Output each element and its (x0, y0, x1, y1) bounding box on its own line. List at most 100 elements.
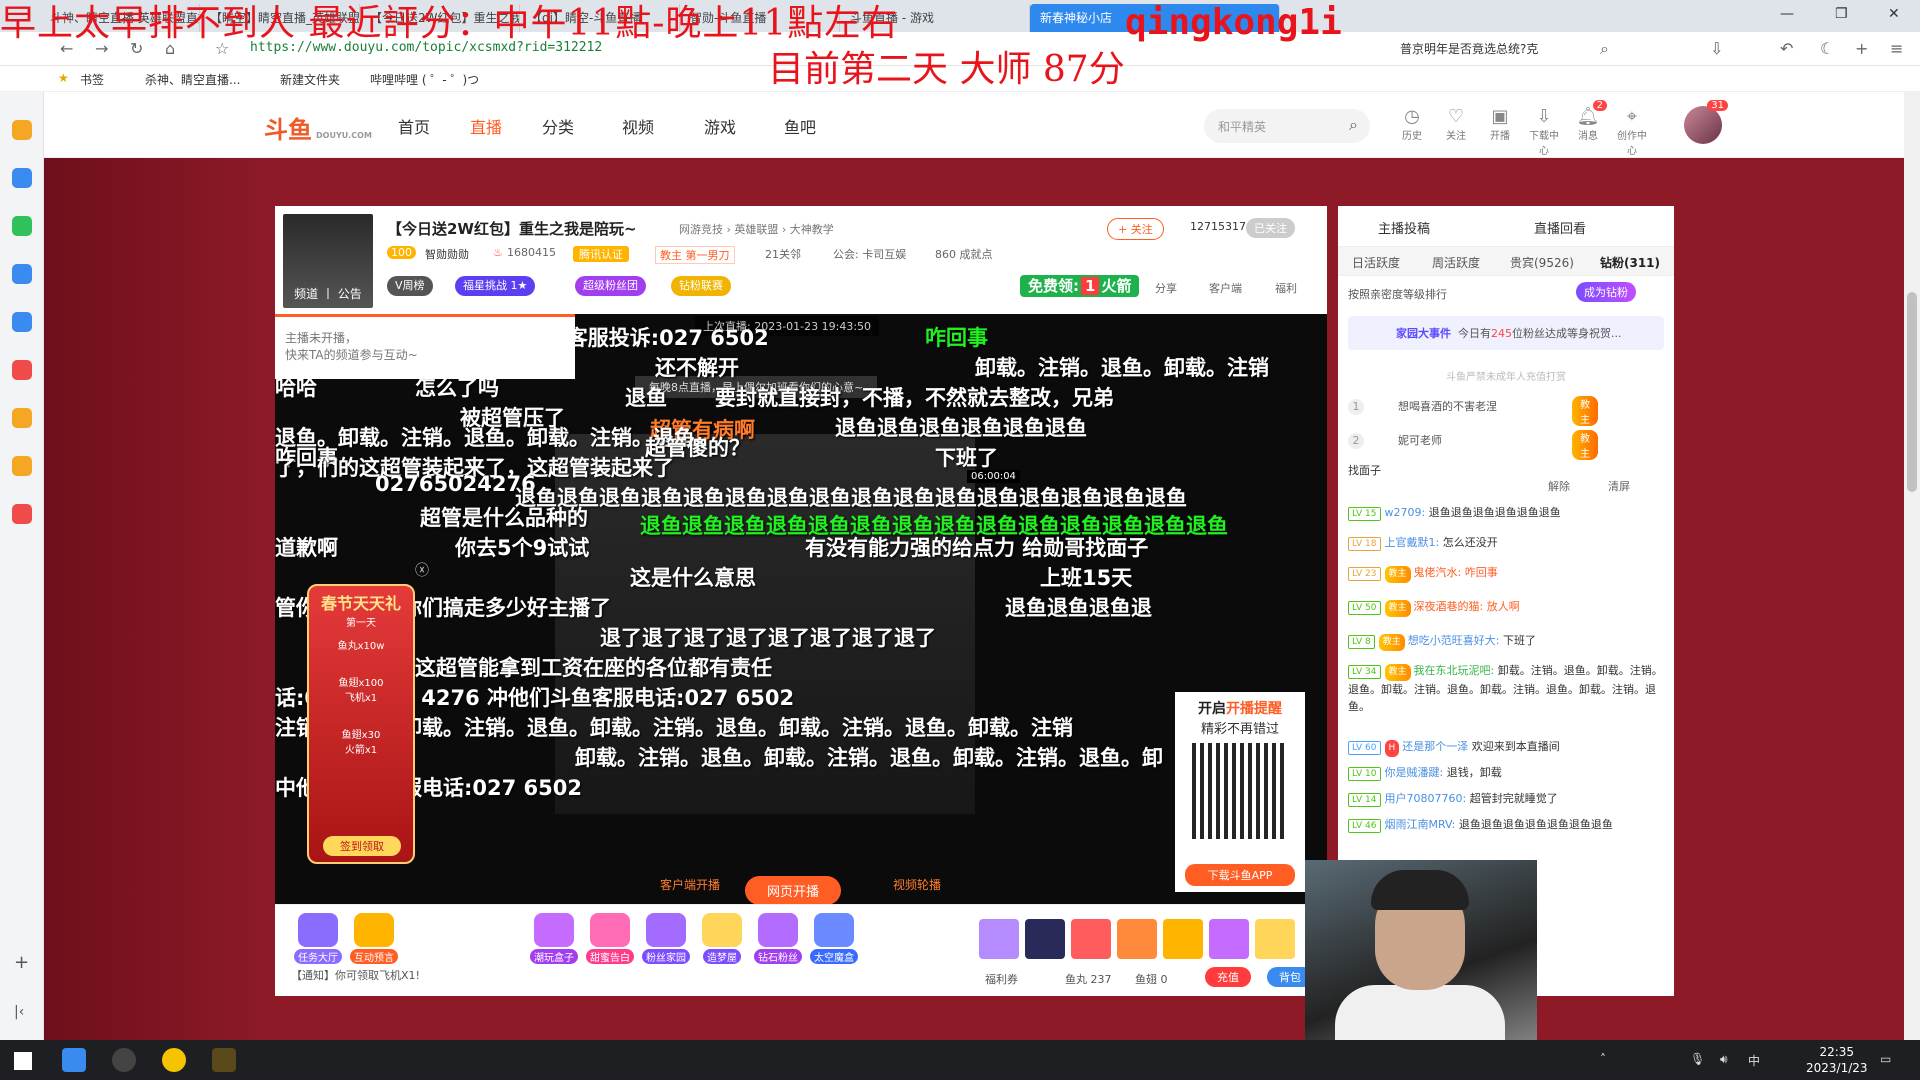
diamond-fans-button[interactable]: 钻石粉丝 (751, 913, 805, 964)
sidebar-add-icon[interactable]: + (14, 952, 29, 973)
video-carousel-button[interactable]: 视频轮播 (893, 876, 941, 893)
volume-icon[interactable]: 🔊︎ (1720, 1052, 1728, 1067)
minimize-icon[interactable]: — (1780, 6, 1794, 22)
download-app-button[interactable]: 下载斗鱼APP (1185, 864, 1295, 886)
history-button[interactable]: ◷ 历史 (1395, 106, 1429, 142)
home-event-banner[interactable]: 家园大事件 今日有245位粉丝达成等身祝贺... (1348, 316, 1664, 350)
sidebar-app-icon[interactable] (12, 168, 32, 188)
live-replay-link[interactable]: 直播回看 (1534, 218, 1586, 237)
nav-category[interactable]: 分类 (542, 114, 574, 138)
user-avatar[interactable]: 31 (1684, 100, 1728, 144)
notification-icon[interactable]: ▭ (1880, 1052, 1891, 1066)
anchor-avatar[interactable]: 频道 丨 公告 (283, 214, 373, 308)
follow-button[interactable]: ♡ 关注 (1439, 106, 1473, 142)
sidebar-app-icon[interactable] (12, 456, 32, 476)
menu-icon[interactable]: ≡ (1890, 39, 1903, 58)
gift-item[interactable] (1209, 919, 1249, 959)
rank-row[interactable]: 1 想喝喜酒的不害老涅 教主 (1348, 396, 1598, 426)
close-gift-icon[interactable]: ⓧ (415, 560, 429, 580)
nav-live[interactable]: 直播 (470, 114, 502, 138)
weekly-rank-pill[interactable]: V周榜 (387, 276, 433, 296)
guild-info[interactable]: 公会: 卡司互娱 (833, 246, 906, 262)
message-button[interactable]: 🔔︎ 消息 2 (1571, 100, 1607, 142)
qr-download-card[interactable]: 开启开播提醒 精彩不再错过 下载斗鱼APP (1175, 692, 1305, 892)
page-scrollbar[interactable] (1904, 92, 1920, 1040)
close-icon[interactable]: ✕ (1888, 6, 1900, 22)
predict-button[interactable]: 互动预言 (347, 913, 401, 964)
maximize-icon[interactable]: ❐ (1835, 6, 1848, 22)
bookmark-item[interactable]: 书签 (80, 71, 104, 88)
tray-arrow-icon[interactable]: ˄ (1600, 1052, 1606, 1066)
taskbar-browser-icon[interactable] (62, 1048, 86, 1072)
dream-house-button[interactable]: 造梦屋 (695, 913, 749, 964)
tab-vip[interactable]: 贵宾(9526) (1510, 254, 1574, 271)
taskbar-app-icon[interactable] (212, 1048, 236, 1072)
share-button[interactable]: 分享 (1155, 280, 1177, 296)
nav-game[interactable]: 游戏 (704, 114, 736, 138)
sidebar-app-icon[interactable] (12, 408, 32, 428)
gift-item[interactable] (1071, 919, 1111, 959)
sidebar-collapse-icon[interactable]: |‹ (14, 1004, 24, 1020)
download-icon[interactable]: ⇩ (1710, 39, 1723, 58)
ime-indicator[interactable]: 中 (1748, 1052, 1760, 1069)
anchor-name[interactable]: 智勋勋勋 (425, 246, 469, 262)
diamond-league-pill[interactable]: 钻粉联赛 (671, 276, 731, 296)
super-fans-pill[interactable]: 超级粉丝团 (575, 276, 646, 296)
welfare-coupon[interactable]: 福利券 (985, 971, 1018, 987)
download-center-button[interactable]: ⇩ 下载中心 (1527, 106, 1561, 157)
sidebar-app-icon[interactable] (12, 264, 32, 284)
bookmark-item[interactable]: 新建文件夹 (280, 71, 340, 88)
taskbar-app-icon[interactable] (162, 1048, 186, 1072)
welfare-button[interactable]: 福利 (1275, 280, 1297, 296)
moon-icon[interactable]: ☾ (1820, 39, 1834, 58)
fans-group[interactable]: 21关邻 (765, 246, 801, 262)
douyu-search-input[interactable]: 和平精英 ⌕ (1204, 109, 1370, 143)
sign-in-button[interactable]: 签到领取 (323, 836, 401, 856)
windows-start-icon[interactable] (14, 1052, 32, 1070)
recharge-button[interactable]: 充值 (1205, 967, 1251, 987)
anchor-submit-link[interactable]: 主播投稿 (1378, 218, 1430, 237)
plus-icon[interactable]: + (1855, 39, 1868, 58)
hot-search-hint[interactable]: 普京明年是否竟选总统?克 (1400, 40, 1538, 57)
sidebar-app-icon[interactable] (12, 120, 32, 140)
achievement[interactable]: 860 成就点 (935, 246, 993, 262)
gift-item[interactable] (1255, 919, 1295, 959)
creator-center-button[interactable]: ⌖ 创作中心 (1615, 106, 1649, 157)
bookmark-item[interactable]: 杀神、睛空直播... (145, 71, 240, 88)
follow-button[interactable]: + 关注 (1107, 218, 1164, 240)
web-live-button[interactable]: 网页开播 (745, 876, 842, 904)
lucky-challenge-pill[interactable]: 福星挑战 1★ (455, 276, 536, 296)
gift-item[interactable] (1163, 919, 1203, 959)
mic-icon[interactable]: 🎙︎ (1690, 1052, 1705, 1066)
sidebar-app-icon[interactable] (12, 312, 32, 332)
start-live-button[interactable]: ▣ 开播 (1483, 106, 1517, 142)
followed-button[interactable]: 已关注 (1246, 218, 1295, 238)
undo-icon[interactable]: ↶ (1780, 39, 1793, 58)
search-icon[interactable]: ⌕ (1600, 39, 1609, 59)
taskbar-app-icon[interactable] (112, 1048, 136, 1072)
video-player[interactable]: 上次直播: 2023-01-23 19:43:50 每晚8点直播，早上偶尔加班看… (275, 314, 1327, 904)
clear-screen-button[interactable]: 清屏 (1608, 478, 1630, 494)
gift-item[interactable] (1117, 919, 1157, 959)
nav-home[interactable]: 首页 (398, 114, 430, 138)
search-icon[interactable]: ⌕ (1349, 115, 1358, 135)
free-rocket-button[interactable]: 免费领: 1 火箭 (1020, 275, 1140, 297)
sidebar-app-icon[interactable] (12, 216, 32, 236)
spring-gift-panel[interactable]: ⓧ 春节天天礼 第一天 鱼丸x10w 鱼翅x100 飞机x1 鱼翅x30 火箭x… (307, 563, 429, 864)
sidebar-app-icon[interactable] (12, 504, 32, 524)
sidebar-app-icon[interactable] (12, 360, 32, 380)
toy-box-button[interactable]: 潮玩盒子 (527, 913, 581, 964)
gift-item[interactable] (1025, 919, 1065, 959)
douyu-logo[interactable]: 斗鱼 DOUYU.COM (264, 110, 372, 145)
taskbar-clock[interactable]: 22:35 2023/1/23 (1806, 1044, 1868, 1076)
nav-yuba[interactable]: 鱼吧 (784, 114, 816, 138)
bookmark-item[interactable]: 哔哩哔哩 ( ゜- ゜)つ (370, 71, 479, 88)
sweet-confess-button[interactable]: 甜蜜告白 (583, 913, 637, 964)
unlock-button[interactable]: 解除 (1548, 478, 1570, 494)
rank-row[interactable]: 2 妮可老师 教主 (1348, 430, 1598, 460)
become-diamond-fan-button[interactable]: 成为钻粉 (1576, 282, 1636, 302)
tab-daily-active[interactable]: 日活跃度 (1352, 254, 1400, 271)
fans-home-button[interactable]: 粉丝家园 (639, 913, 693, 964)
tab-diamond-fans[interactable]: 钻粉(311) (1600, 254, 1660, 271)
room-category[interactable]: 网游竞技 › 英雄联盟 › 大神教学 (679, 221, 834, 237)
